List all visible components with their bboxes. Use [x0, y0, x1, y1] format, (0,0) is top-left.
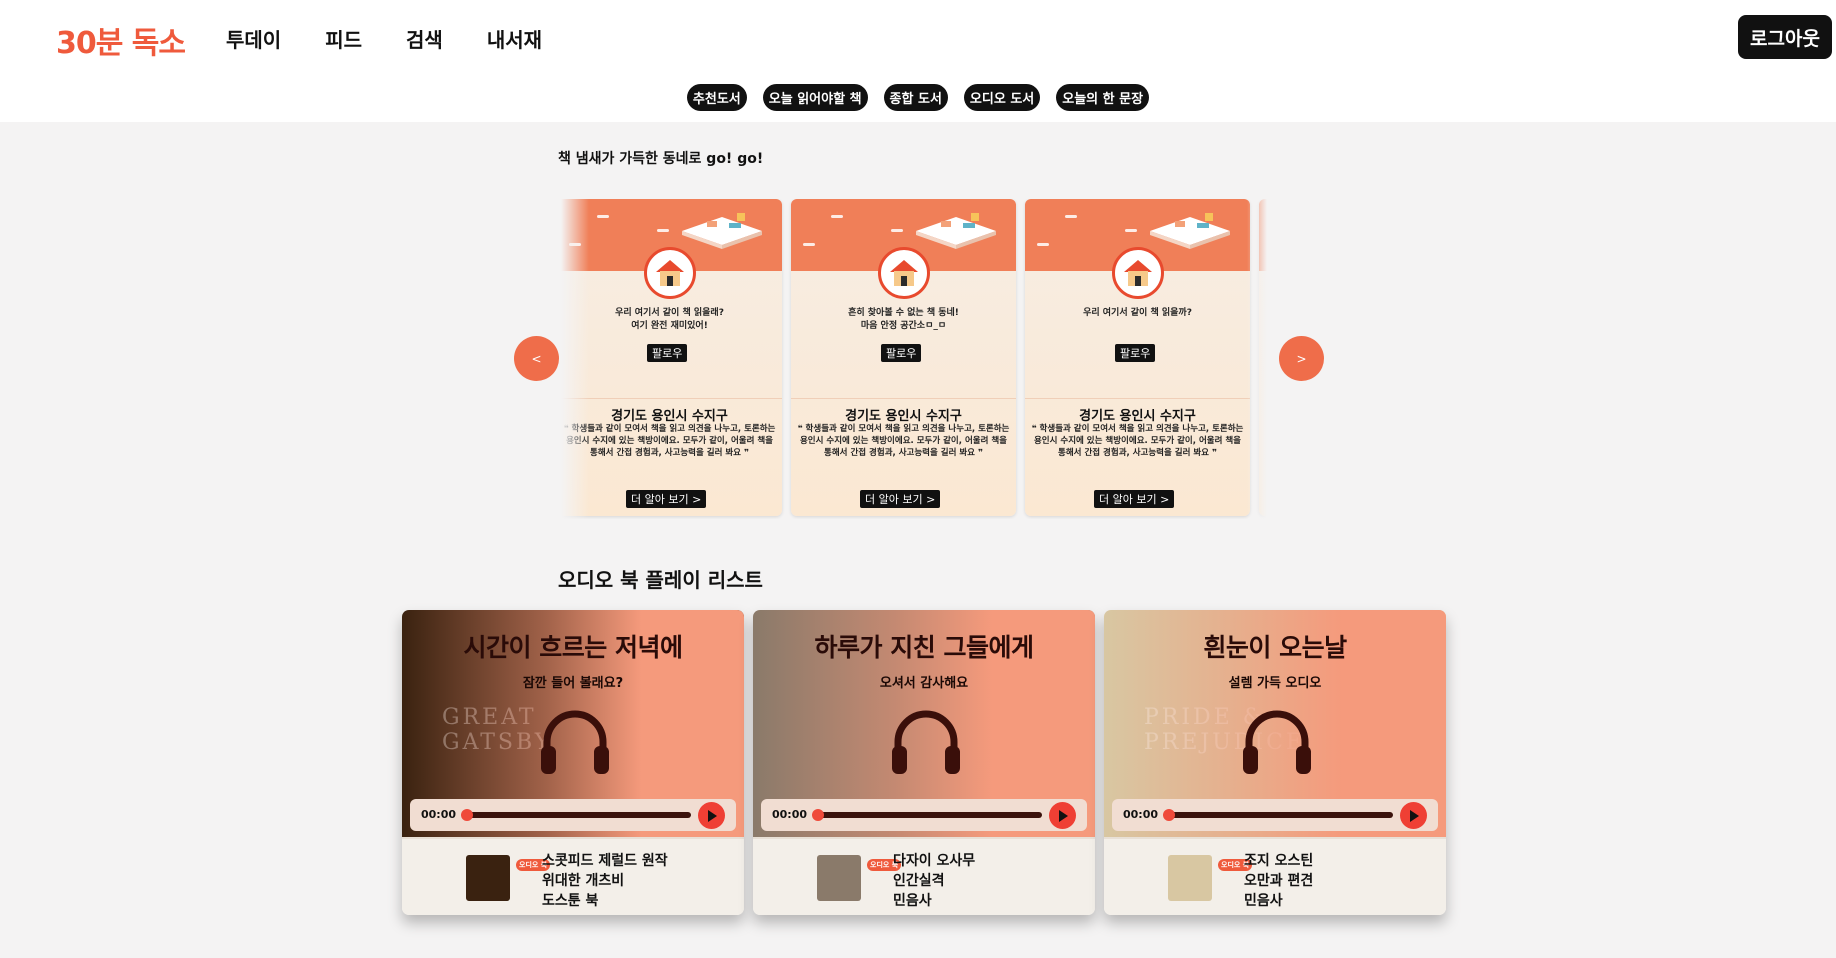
audio-progress-knob[interactable] [461, 809, 473, 821]
card-location: 경기도 용인시 수지구 [845, 409, 962, 424]
books-illustration [1150, 213, 1230, 249]
house-icon [1112, 247, 1164, 299]
community-card-peek[interactable] [1259, 199, 1267, 516]
subnav-today-book[interactable]: 오늘 읽어야할 책 [762, 84, 868, 111]
audio-card-title: 시간이 흐르는 저녁에 [463, 633, 683, 662]
card-divider [791, 398, 1016, 399]
house-icon [644, 247, 696, 299]
book-thumbnail [466, 855, 510, 901]
book-author: 다자이 오사무 [893, 853, 976, 869]
card-quote: ❝ 학생들과 같이 모여서 책을 읽고 의견을 나누고, 토론하는 용인시 수지… [1031, 424, 1244, 458]
card-divider [1025, 398, 1250, 399]
audio-section-title: 오디오 북 플레이 리스트 [558, 568, 763, 592]
audio-progress-bar[interactable] [1167, 812, 1393, 818]
book-publisher: 민음사 [893, 893, 932, 909]
community-carousel: 우리 여기서 같이 책 읽을래? 여기 완전 재미있어! 팔로우 경기도 용인시… [561, 199, 1267, 519]
nav-item-feed[interactable]: 피드 [325, 24, 362, 53]
book-title: 인간실격 [893, 873, 945, 889]
book-title: 위대한 개츠비 [542, 873, 625, 889]
audio-card-subtitle: 설렘 가득 오디오 [1228, 676, 1322, 691]
community-card[interactable]: 우리 여기서 같이 책 읽을래? 여기 완전 재미있어! 팔로우 경기도 용인시… [561, 199, 782, 516]
card-description: 우리 여기서 같이 책 읽을까? [1083, 308, 1192, 318]
audio-card-hero: 하루가 지친 그들에게 오셔서 감사해요 00:00 [753, 610, 1095, 837]
audio-card[interactable]: GREAT GATSBY 시간이 흐르는 저녁에 잠깐 들어 볼래요? 00:0… [402, 610, 744, 915]
card-divider [561, 398, 782, 399]
learn-more-button[interactable]: 더 알아 보기 > [1094, 490, 1175, 508]
follow-button[interactable]: 팔로우 [647, 344, 688, 362]
top-header: 30분 독소 투데이 피드 검색 내서재 로그아웃 추천도서 오늘 읽어야할 책… [0, 0, 1836, 122]
subnav-recommended[interactable]: 추천도서 [686, 84, 747, 111]
play-button[interactable] [1049, 802, 1076, 829]
nav-item-search[interactable]: 검색 [406, 24, 443, 53]
learn-more-button[interactable]: 더 알아 보기 > [860, 490, 941, 508]
card-description: 흔히 찾아볼 수 없는 책 동네! 마음 안정 공간소ㅁ_ㅁ [848, 308, 959, 331]
audio-card-subtitle: 잠깐 들어 볼래요? [522, 676, 624, 691]
book-title: 오만과 편견 [1244, 873, 1314, 889]
audio-current-time: 00:00 [421, 808, 457, 821]
book-author: 조지 오스틴 [1244, 853, 1314, 869]
play-icon [707, 809, 717, 822]
subnav-daily-sentence[interactable]: 오늘의 한 문장 [1056, 84, 1150, 111]
card-quote: ❝ 학생들과 같이 모여서 책을 읽고 의견을 나누고, 토론하는 용인시 수지… [797, 424, 1010, 458]
audio-card-info: 오디오 북 스콧피드 제럴드 원작 위대한 개츠비 도스툰 북 [402, 837, 744, 915]
play-button[interactable] [698, 802, 725, 829]
headphones-icon [892, 710, 960, 774]
nav-item-library[interactable]: 내서재 [487, 24, 542, 53]
audio-card-info: 오디오 북 조지 오스틴 오만과 편견 민음사 [1104, 837, 1446, 915]
headphones-icon [1243, 710, 1311, 774]
audio-player: 00:00 [761, 799, 1087, 831]
nav-item-today[interactable]: 투데이 [226, 24, 281, 53]
book-author: 스콧피드 제럴드 원작 [542, 853, 668, 869]
follow-button[interactable]: 팔로우 [881, 344, 922, 362]
carousel-prev-button[interactable]: < [514, 336, 559, 381]
audio-player: 00:00 [410, 799, 736, 831]
audio-card-info: 오디오 북 다자이 오사무 인간실격 민음사 [753, 837, 1095, 915]
book-publisher: 민음사 [1244, 893, 1283, 909]
audio-card-list: GREAT GATSBY 시간이 흐르는 저녁에 잠깐 들어 볼래요? 00:0… [402, 610, 1446, 915]
card-location: 경기도 용인시 수지구 [1079, 409, 1196, 424]
audio-card-title: 흰눈이 오는날 [1203, 633, 1347, 662]
audio-card[interactable]: 하루가 지친 그들에게 오셔서 감사해요 00:00 오디오 북 다자이 오사무 [753, 610, 1095, 915]
logo[interactable]: 30분 독소 [56, 18, 186, 62]
carousel-next-button[interactable]: > [1279, 336, 1324, 381]
audio-progress-bar[interactable] [816, 812, 1042, 818]
audio-progress-knob[interactable] [1163, 809, 1175, 821]
play-button[interactable] [1400, 802, 1427, 829]
audio-progress-bar[interactable] [465, 812, 691, 818]
audio-card-subtitle: 오셔서 감사해요 [879, 676, 969, 691]
book-thumbnail [817, 855, 861, 901]
audio-card-hero: PRIDE & PREJUDICE 흰눈이 오는날 설렘 가득 오디오 00:0… [1104, 610, 1446, 837]
learn-more-button[interactable]: 더 알아 보기 > [626, 490, 707, 508]
books-illustration [682, 213, 762, 249]
carousel-track: 우리 여기서 같이 책 읽을래? 여기 완전 재미있어! 팔로우 경기도 용인시… [561, 199, 1267, 516]
books-illustration [916, 213, 996, 249]
subnav-audio-books[interactable]: 오디오 도서 [963, 84, 1041, 111]
main-nav: 투데이 피드 검색 내서재 [226, 24, 542, 53]
audio-player: 00:00 [1112, 799, 1438, 831]
sub-nav: 추천도서 오늘 읽어야할 책 종합 도서 오디오 도서 오늘의 한 문장 [0, 84, 1836, 111]
audio-card[interactable]: PRIDE & PREJUDICE 흰눈이 오는날 설렘 가득 오디오 00:0… [1104, 610, 1446, 915]
audio-current-time: 00:00 [772, 808, 808, 821]
community-subtitle: 책 냄새가 가득한 동네로 go! go! [558, 151, 764, 167]
house-icon [878, 247, 930, 299]
card-description: 우리 여기서 같이 책 읽을래? 여기 완전 재미있어! [615, 308, 724, 331]
play-icon [1058, 809, 1068, 822]
audio-card-hero: GREAT GATSBY 시간이 흐르는 저녁에 잠깐 들어 볼래요? 00:0… [402, 610, 744, 837]
community-card[interactable]: 우리 여기서 같이 책 읽을까? 팔로우 경기도 용인시 수지구 ❝ 학생들과 … [1025, 199, 1250, 516]
book-publisher: 도스툰 북 [542, 893, 599, 909]
community-card[interactable]: 흔히 찾아볼 수 없는 책 동네! 마음 안정 공간소ㅁ_ㅁ 팔로우 경기도 용… [791, 199, 1016, 516]
card-location: 경기도 용인시 수지구 [611, 409, 728, 424]
subnav-all-books[interactable]: 종합 도서 [883, 84, 948, 111]
audio-card-title: 하루가 지친 그들에게 [814, 633, 1034, 662]
audio-current-time: 00:00 [1123, 808, 1159, 821]
book-thumbnail [1168, 855, 1212, 901]
audio-progress-knob[interactable] [812, 809, 824, 821]
follow-button[interactable]: 팔로우 [1115, 344, 1156, 362]
play-icon [1409, 809, 1419, 822]
headphones-icon [541, 710, 609, 774]
logout-button[interactable]: 로그아웃 [1738, 15, 1832, 59]
card-quote: ❝ 학생들과 같이 모여서 책을 읽고 의견을 나누고, 토론하는 용인시 수지… [563, 424, 776, 458]
